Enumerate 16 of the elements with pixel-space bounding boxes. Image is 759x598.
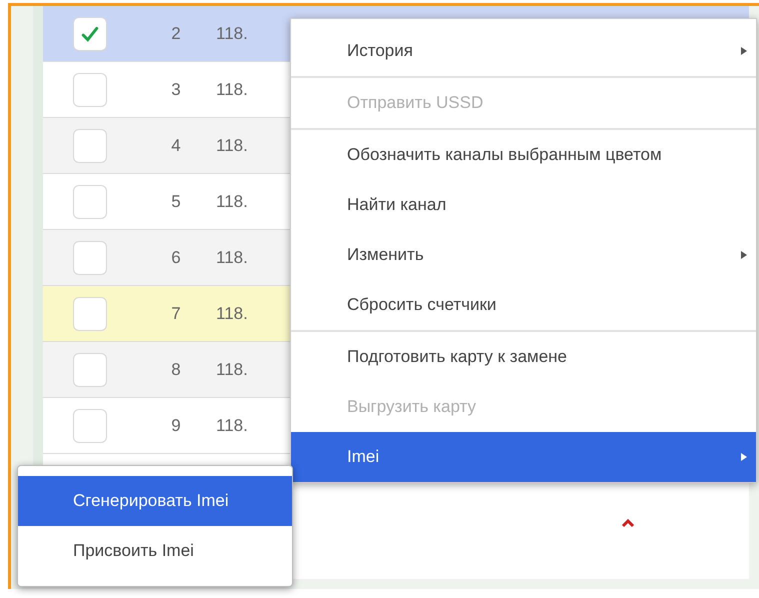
row-number: 6 [170, 248, 182, 268]
row-number: 2 [170, 24, 182, 44]
row-number: 4 [170, 136, 182, 156]
address-cell: 118. [216, 248, 248, 268]
address-cell: 118. [216, 24, 248, 44]
row-number: 8 [170, 360, 182, 380]
address-cell: 118. [216, 360, 248, 380]
address-cell: 118. [216, 192, 248, 212]
row-number: 9 [170, 416, 182, 436]
address-cell: 118. [216, 136, 248, 156]
address-cell: 118. [216, 416, 248, 436]
row-number: 3 [170, 80, 182, 100]
row-number: 7 [170, 304, 182, 324]
address-cell: 118. [216, 304, 248, 324]
row-number: 5 [170, 192, 182, 212]
address-cell: 118. [216, 80, 248, 100]
